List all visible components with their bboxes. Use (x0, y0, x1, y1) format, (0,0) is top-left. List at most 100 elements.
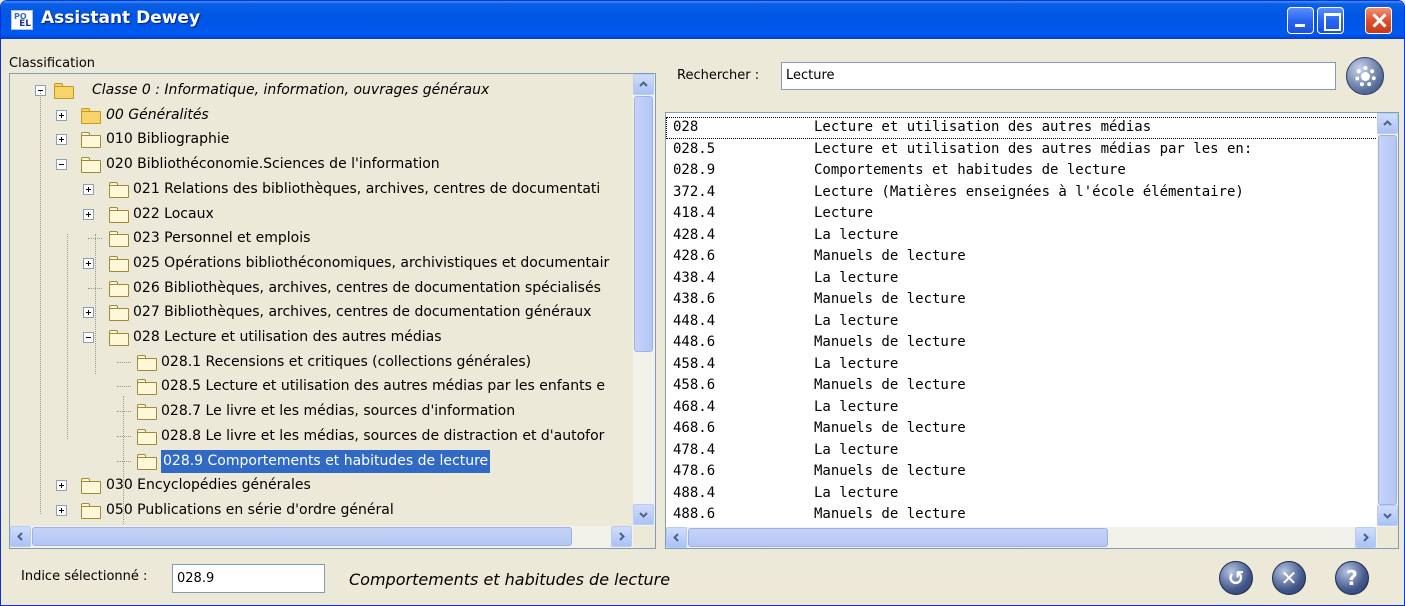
result-code: 372.4 (673, 183, 716, 200)
chevron-up-icon (639, 81, 648, 87)
tree-item[interactable]: 010 Bibliographie (10, 128, 632, 151)
tree-scroll-up-button[interactable] (633, 74, 654, 95)
tree-hscroll-thumb[interactable] (32, 527, 572, 546)
results-scroll-left-button[interactable] (666, 527, 687, 548)
results-scroll-down-button[interactable] (1377, 505, 1398, 526)
help-icon: ? (1346, 566, 1358, 590)
result-row[interactable]: 438.6 Manuels de lecture (666, 289, 1378, 311)
folder-icon (137, 428, 159, 446)
results-scroll-thumb[interactable] (1378, 135, 1397, 505)
expand-icon[interactable] (56, 109, 67, 121)
title-bar[interactable]: PO EL Assistant Dewey (1, 1, 1404, 39)
tree-item[interactable]: Classe 0 : Informatique, information, ou… (10, 79, 632, 102)
results-hscroll-thumb[interactable] (688, 528, 1108, 547)
result-row[interactable]: 028 Lecture et utilisation des autres méd… (666, 117, 1378, 139)
result-code: 028.5 (673, 140, 716, 157)
tree-item[interactable]: 030 Encyclopédies générales (10, 474, 632, 497)
expand-icon[interactable] (83, 307, 94, 319)
tree-item[interactable]: 028.7 Le livre et les médias, sources d'… (10, 400, 632, 423)
help-button[interactable]: ? (1335, 561, 1369, 595)
indice-input[interactable]: 028.9 (172, 564, 325, 593)
results-panel: 028 Lecture et utilisation des autres méd… (665, 112, 1399, 549)
tree-scroll-thumb[interactable] (634, 96, 653, 352)
classification-tree[interactable]: Classe 0 : Informatique, information, ou… (10, 74, 632, 524)
results-vertical-scrollbar[interactable] (1377, 113, 1398, 527)
folder-icon (109, 304, 131, 322)
results-horizontal-scrollbar[interactable] (666, 527, 1377, 548)
results-list[interactable]: 028 Lecture et utilisation des autres méd… (666, 113, 1378, 527)
chevron-right-icon (619, 532, 625, 541)
indice-description: Comportements et habitudes de lecture (349, 570, 671, 589)
tree-item[interactable]: 026 Bibliothèques, archives, centres de … (10, 277, 632, 300)
search-options-button[interactable] (1346, 57, 1384, 95)
result-code: 418.4 (673, 205, 716, 221)
tree-item[interactable]: 028 Lecture et utilisation des autres mé… (10, 326, 632, 349)
tree-scroll-right-button[interactable] (611, 526, 632, 547)
folder-icon (54, 82, 76, 100)
app-icon: PO EL (11, 10, 33, 30)
tree-vertical-scrollbar[interactable] (633, 74, 655, 526)
result-label: Manuels de lecture (814, 334, 966, 350)
result-row[interactable]: 458.6 Manuels de lecture (666, 375, 1378, 397)
expand-icon[interactable] (56, 504, 67, 516)
result-row[interactable]: 478.6 Manuels de lecture (666, 461, 1378, 483)
tree-item[interactable]: 050 Publications en série d'ordre généra… (10, 499, 632, 522)
result-row[interactable]: 372.4 Lecture (Matières enseignées à l'éc… (666, 182, 1378, 204)
result-row[interactable]: 478.4 La lecture (666, 440, 1378, 462)
tree-item[interactable]: 028.5 Lecture et utilisation des autres … (10, 375, 632, 398)
result-row[interactable]: 488.6 Manuels de lecture (666, 504, 1378, 526)
tree-item[interactable]: 025 Opérations bibliothéconomiques, arch… (10, 252, 632, 275)
tree-item[interactable]: 027 Bibliothèques, archives, centres de … (10, 301, 632, 324)
tree-scroll-left-button[interactable] (10, 526, 31, 547)
tree-item[interactable]: 022 Locaux (10, 203, 632, 226)
folder-icon (137, 378, 159, 396)
tree-item-label: Classe 0 : Informatique, information, ou… (92, 82, 490, 98)
result-row[interactable]: 468.6 Manuels de lecture (666, 418, 1378, 440)
expand-icon[interactable] (83, 208, 94, 220)
expand-icon[interactable] (83, 183, 94, 195)
result-label: La lecture (814, 226, 899, 243)
result-row[interactable]: 438.4 La lecture (666, 268, 1378, 290)
result-row[interactable]: 428.6 Manuels de lecture (666, 246, 1378, 268)
tree-item[interactable]: 021 Relations des bibliothèques, archive… (10, 178, 632, 201)
expand-icon[interactable] (56, 134, 67, 146)
undo-button[interactable]: ↺ (1219, 561, 1253, 595)
tree-scroll-down-button[interactable] (633, 504, 654, 525)
collapse-icon[interactable] (83, 332, 94, 343)
results-scroll-right-button[interactable] (1355, 527, 1376, 548)
tree-item[interactable]: 020 Bibliothéconomie.Sciences de l'infor… (10, 153, 632, 176)
tree-item[interactable]: 028.8 Le livre et les médias, sources de… (10, 425, 632, 448)
tree-item[interactable]: 028.9 Comportements et habitudes de lect… (10, 449, 632, 473)
minimize-button[interactable] (1287, 7, 1314, 34)
expand-icon[interactable] (83, 257, 94, 269)
maximize-button[interactable] (1317, 7, 1344, 34)
chevron-left-icon (673, 533, 679, 542)
search-input[interactable]: Lecture (781, 62, 1336, 90)
result-label: Lecture (814, 205, 874, 221)
result-label: Manuels de lecture (814, 377, 966, 393)
collapse-icon[interactable] (56, 159, 67, 171)
result-row[interactable]: 418.4 Lecture (666, 203, 1378, 225)
close-button[interactable] (1365, 7, 1392, 34)
results-scroll-up-button[interactable] (1377, 113, 1398, 134)
tree-item[interactable]: 00 Généralités (10, 104, 632, 127)
result-code: 028 (673, 119, 699, 135)
folder-icon (109, 230, 131, 248)
tree-item[interactable]: 023 Personnel et emplois (10, 227, 632, 250)
result-row[interactable]: 488.4 La lecture (666, 483, 1378, 505)
tree-item[interactable]: 028.1 Recensions et critiques (collectio… (10, 351, 632, 374)
result-row[interactable]: 448.4 La lecture (666, 311, 1378, 333)
tree-item-label: 025 Opérations bibliothéconomiques, arch… (133, 254, 610, 271)
cancel-button[interactable]: ✕ (1272, 561, 1306, 595)
result-label: La lecture (814, 398, 899, 415)
result-row[interactable]: 448.6 Manuels de lecture (666, 332, 1378, 354)
folder-icon (109, 329, 131, 347)
result-row[interactable]: 028.9 Comportements et habitudes de lectu… (666, 160, 1378, 182)
result-row[interactable]: 458.4 La lecture (666, 354, 1378, 376)
result-row[interactable]: 468.4 La lecture (666, 397, 1378, 419)
expand-icon[interactable] (56, 480, 67, 492)
tree-horizontal-scrollbar[interactable] (10, 526, 633, 548)
result-row[interactable]: 428.4 La lecture (666, 225, 1378, 247)
result-row[interactable]: 028.5 Lecture et utilisation des autres m… (666, 139, 1378, 161)
app-window: PO EL Assistant Dewey Classification Clas… (0, 0, 1405, 606)
